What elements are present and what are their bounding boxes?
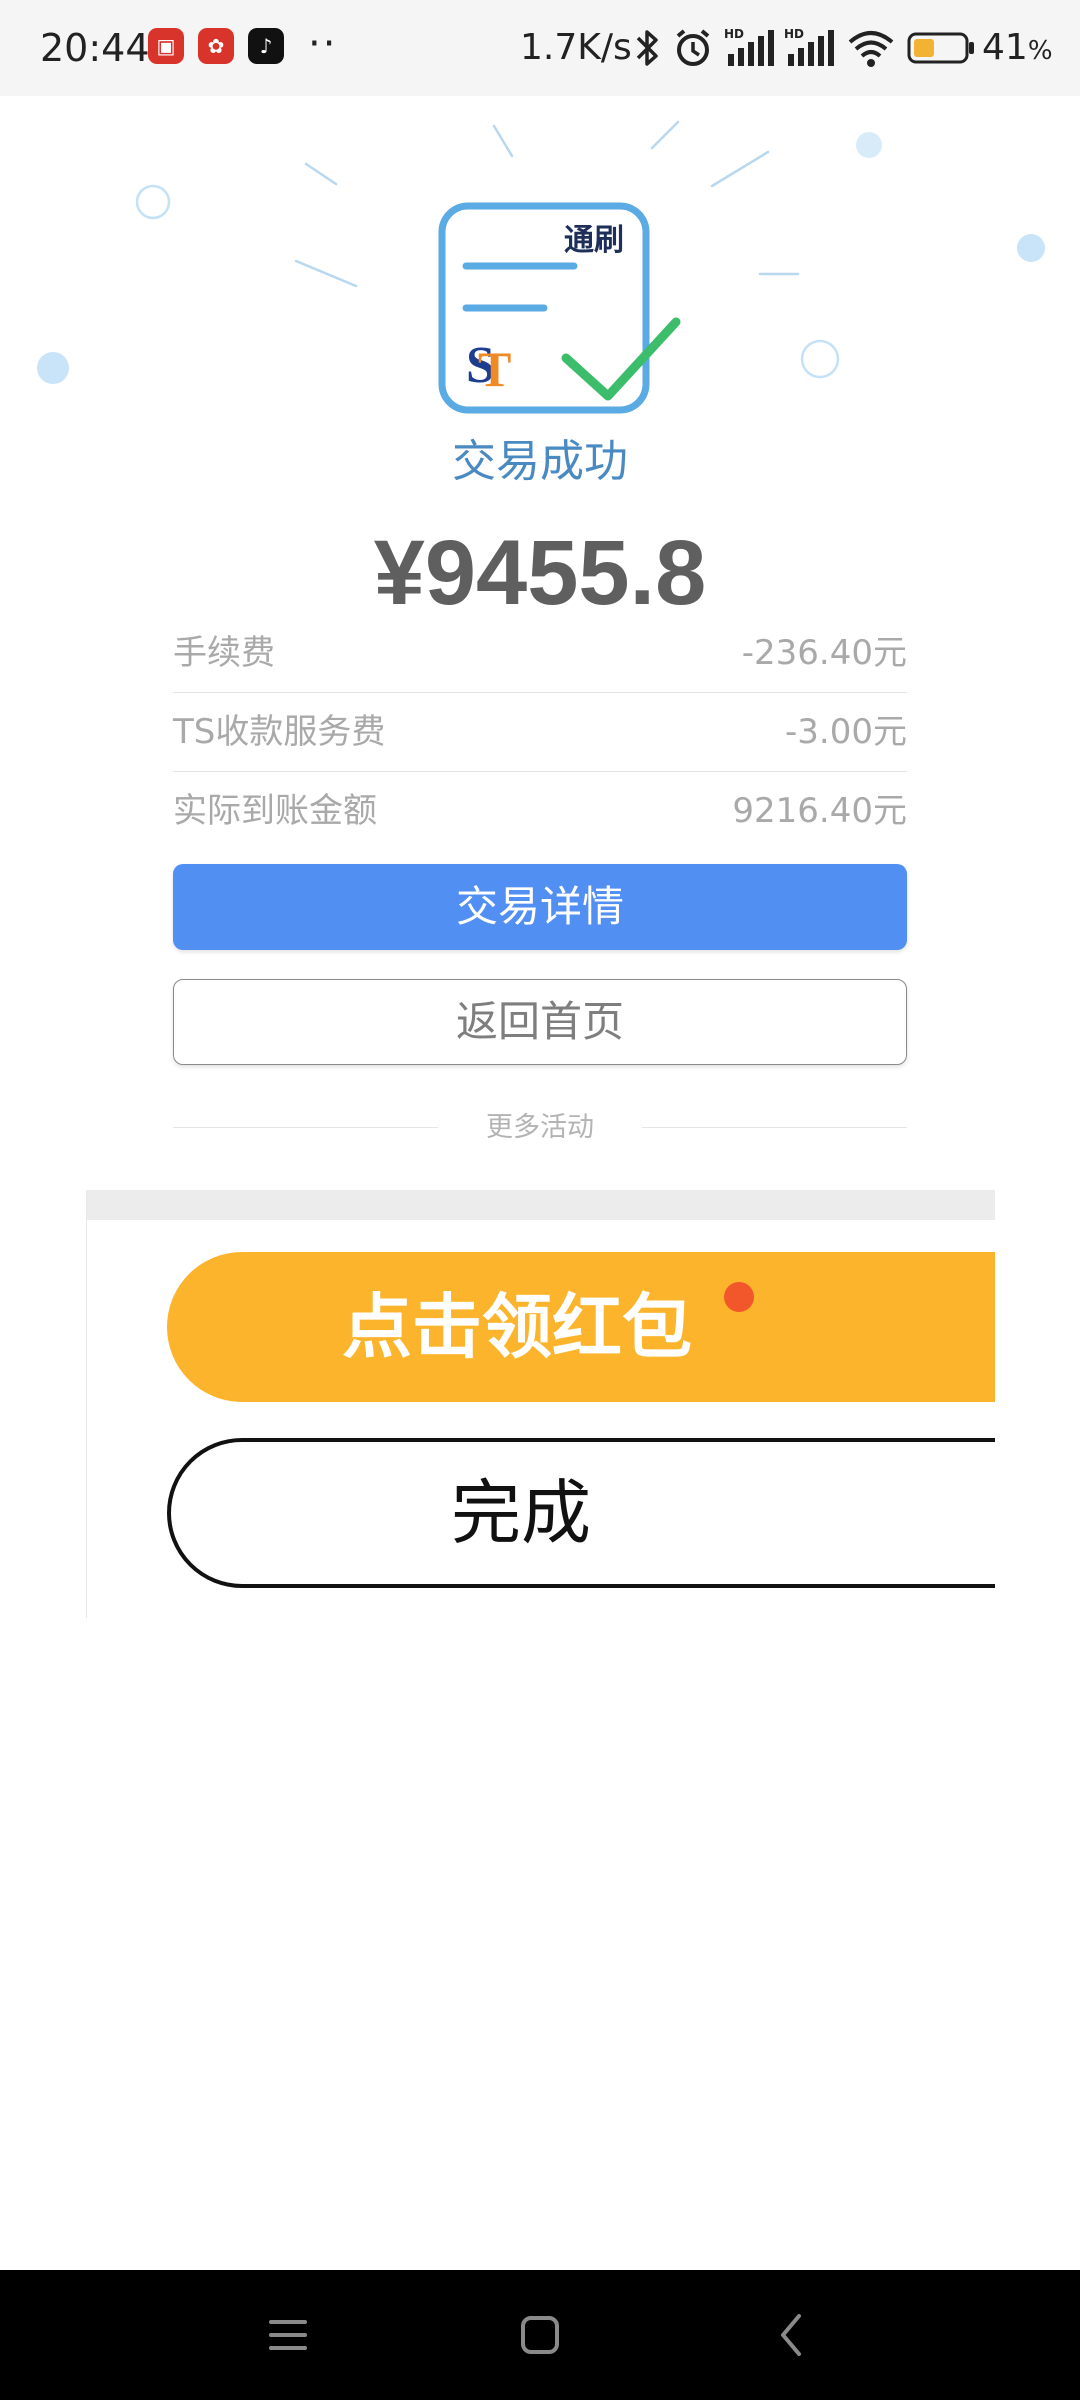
more-activities-label: 更多活动 bbox=[486, 1112, 594, 1143]
status-bar: 20:44 ▣ ✿ ♪ ·· 1.7K/s HD HD 41% bbox=[0, 0, 1080, 96]
battery-fill bbox=[914, 39, 934, 57]
fee-value: -236.40元 bbox=[741, 633, 907, 673]
activity-panel-header bbox=[87, 1190, 995, 1220]
fee-row-service: TS收款服务费 -3.00元 bbox=[173, 693, 907, 772]
fee-list: 手续费 -236.40元 TS收款服务费 -3.00元 实际到账金额 9216.… bbox=[173, 614, 907, 850]
sim2-hd-label: HD bbox=[784, 27, 804, 41]
svg-text:T: T bbox=[478, 341, 511, 397]
fee-row-received: 实际到账金额 9216.40元 bbox=[173, 772, 907, 850]
wifi-icon bbox=[848, 31, 894, 67]
status-time: 20:44 bbox=[40, 26, 150, 70]
back-icon[interactable] bbox=[757, 2300, 827, 2370]
battery-percent-unit: % bbox=[1027, 36, 1053, 66]
signal-sim2-icon: HD bbox=[784, 27, 834, 66]
flower-app-icon: ✿ bbox=[198, 28, 234, 64]
success-title: 交易成功 bbox=[452, 436, 628, 487]
fee-label: 实际到账金额 bbox=[173, 791, 377, 831]
done-label: 完成 bbox=[451, 1472, 591, 1554]
menu-icon[interactable] bbox=[253, 2300, 323, 2370]
success-illustration: 通刷 S T bbox=[37, 120, 1045, 414]
fee-label: 手续费 bbox=[173, 633, 275, 673]
fee-value: 9216.40元 bbox=[732, 791, 907, 831]
fee-label: TS收款服务费 bbox=[173, 712, 386, 752]
fee-value: -3.00元 bbox=[785, 712, 907, 752]
transaction-detail-button[interactable]: 交易详情 bbox=[173, 864, 907, 950]
bank-app-icon: ▣ bbox=[148, 28, 184, 64]
fee-row-handling: 手续费 -236.40元 bbox=[173, 614, 907, 693]
done-button[interactable]: 完成 bbox=[167, 1438, 995, 1588]
battery-percent: 41% bbox=[982, 24, 1053, 75]
claim-red-packet-button[interactable]: 点击领红包 bbox=[167, 1252, 995, 1402]
notification-dot bbox=[724, 1282, 754, 1312]
battery-percent-value: 41 bbox=[982, 27, 1028, 68]
back-home-button[interactable]: 返回首页 bbox=[173, 979, 907, 1065]
network-speed: 1.7K/s bbox=[520, 27, 632, 68]
red-packet-label: 点击领红包 bbox=[342, 1286, 692, 1368]
battery-icon bbox=[907, 32, 974, 64]
signal-sim1-icon: HD bbox=[724, 27, 774, 66]
sim1-hd-label: HD bbox=[724, 27, 744, 41]
more-notifications-icon: ·· bbox=[308, 21, 338, 67]
navigation-bar bbox=[0, 2270, 1080, 2400]
home-nav-icon[interactable] bbox=[505, 2300, 575, 2370]
receipt-logo-icon: 通刷 S T bbox=[438, 202, 681, 414]
transaction-amount: ¥9455.8 bbox=[373, 522, 707, 624]
logo-brand-text: 通刷 bbox=[564, 223, 624, 258]
tiktok-app-icon: ♪ bbox=[248, 28, 284, 64]
bluetooth-icon bbox=[636, 30, 658, 66]
activity-panel: 点击领红包 完成 bbox=[86, 1190, 995, 1618]
more-activities-divider: 更多活动 bbox=[173, 1108, 907, 1148]
alarm-icon bbox=[676, 29, 710, 66]
